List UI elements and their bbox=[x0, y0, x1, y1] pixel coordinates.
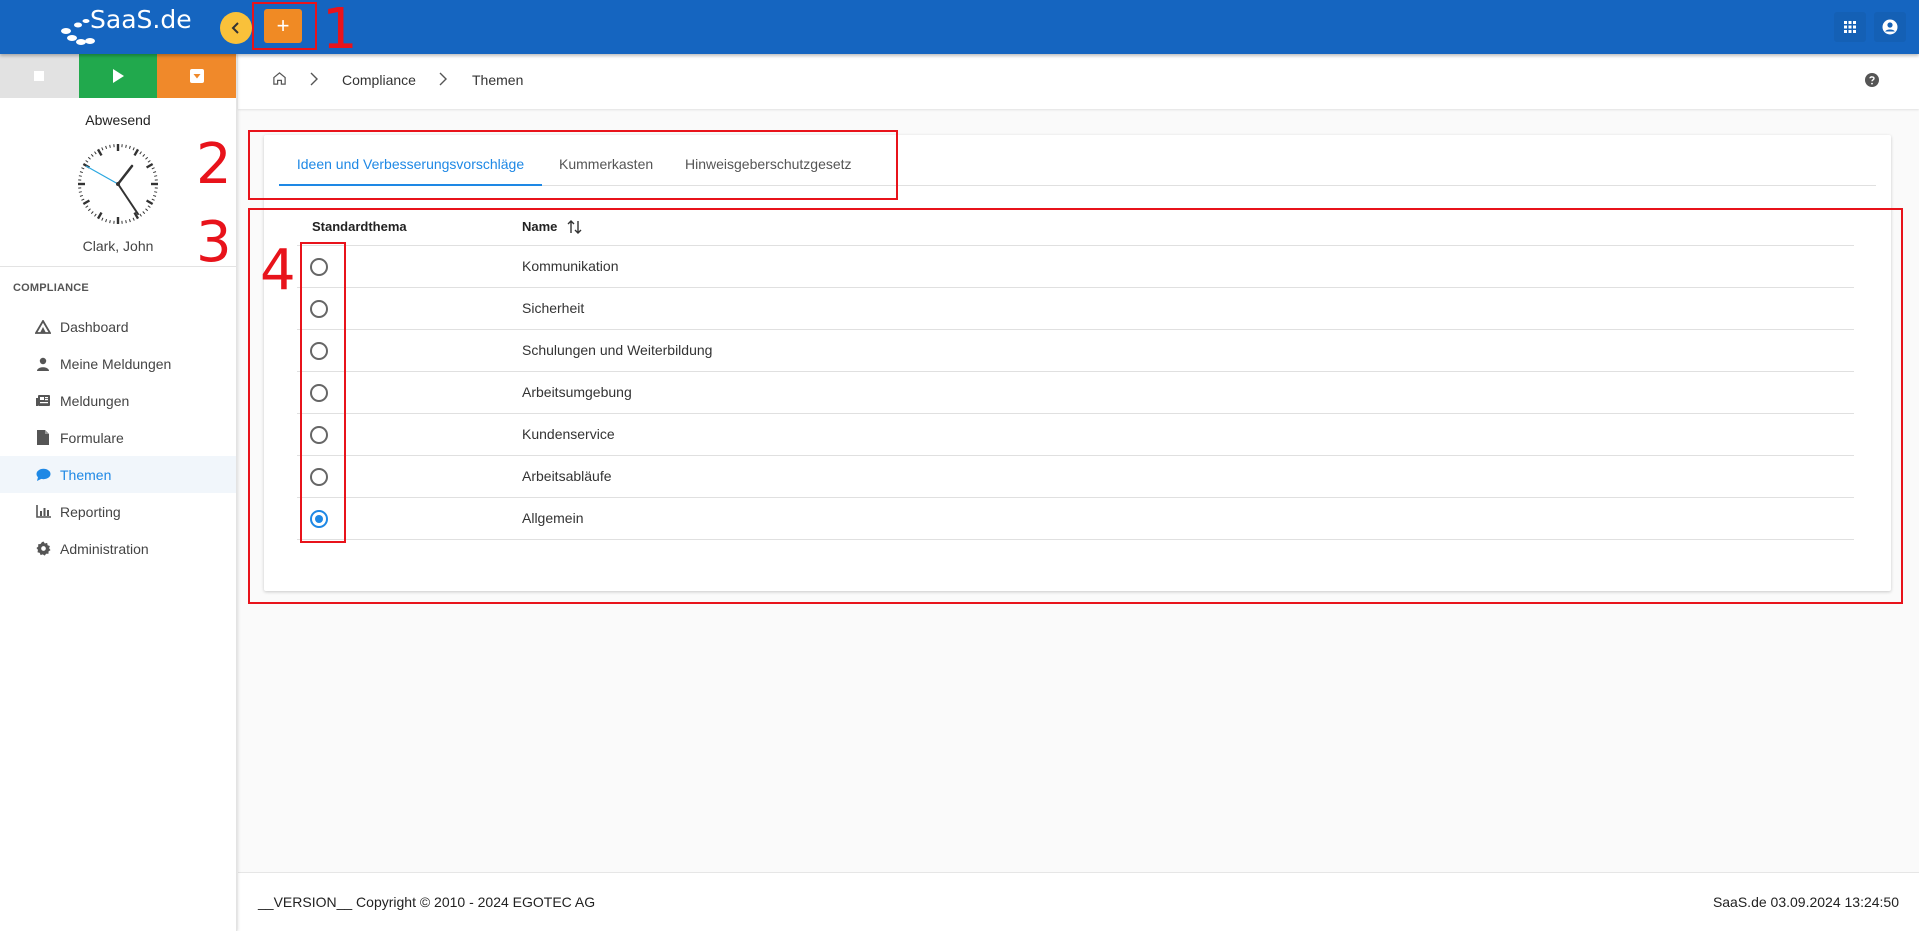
table-row: Arbeitsumgebung bbox=[297, 372, 1854, 414]
topic-name: Arbeitsumgebung bbox=[522, 384, 632, 400]
sidebar-item-themen[interactable]: Themen bbox=[0, 456, 236, 493]
person-icon bbox=[35, 356, 51, 372]
copyright-text: __VERSION__ Copyright © 2010 - 2024 EGOT… bbox=[258, 894, 596, 910]
user-menu-button[interactable] bbox=[1874, 12, 1906, 42]
saas-logo[interactable]: SaaS.de bbox=[58, 5, 192, 47]
newspaper-icon bbox=[35, 393, 51, 409]
apps-grid-icon bbox=[1844, 21, 1856, 33]
sidebar-nav: Dashboard Meine Meldungen Meldungen Form… bbox=[0, 308, 236, 567]
default-topic-radio[interactable] bbox=[310, 468, 328, 486]
breadcrumb-item-compliance[interactable]: Compliance bbox=[342, 72, 416, 88]
analog-clock-icon bbox=[77, 143, 159, 225]
breadcrumb-separator-icon bbox=[438, 72, 448, 89]
tab-kummerkasten[interactable]: Kummerkasten bbox=[559, 146, 653, 186]
sidebar-item-meldungen[interactable]: Meldungen bbox=[0, 382, 236, 419]
attendance-status: Abwesend bbox=[85, 112, 151, 128]
table-row: Schulungen und Weiterbildung bbox=[297, 330, 1854, 372]
topics-card: Ideen und Verbesserungsvorschläge Kummer… bbox=[264, 135, 1891, 591]
table-row: Sicherheit bbox=[297, 288, 1854, 330]
pause-button[interactable] bbox=[157, 54, 237, 98]
add-button[interactable]: + bbox=[264, 9, 302, 43]
table-row: Allgemein bbox=[297, 498, 1854, 540]
pause-icon bbox=[189, 69, 204, 83]
breadcrumb-home[interactable] bbox=[272, 71, 287, 89]
sort-arrows-icon[interactable] bbox=[567, 219, 583, 234]
sidebar-item-label: Dashboard bbox=[60, 318, 129, 335]
annotation-number-4: 4 bbox=[260, 238, 296, 303]
add-label: + bbox=[276, 13, 290, 38]
topic-name: Kundenservice bbox=[522, 426, 615, 442]
help-circle-icon bbox=[1865, 73, 1879, 87]
footer: __VERSION__ Copyright © 2010 - 2024 EGOT… bbox=[238, 872, 1919, 931]
topic-name: Arbeitsabläufe bbox=[522, 468, 612, 484]
breadcrumb: Compliance Themen bbox=[238, 54, 1919, 109]
top-bar: SaaS.de + bbox=[0, 0, 1919, 54]
sidebar-item-label: Meldungen bbox=[60, 392, 130, 409]
annotation-number-1: 1 bbox=[322, 0, 358, 62]
default-topic-radio[interactable] bbox=[310, 384, 328, 402]
sidebar-item-dashboard[interactable]: Dashboard bbox=[0, 308, 236, 345]
sidebar-item-label: Meine Meldungen bbox=[60, 355, 172, 372]
footer-datetime: SaaS.de 03.09.2024 13:24:50 bbox=[1712, 894, 1899, 910]
stop-button[interactable] bbox=[0, 54, 79, 98]
default-topic-radio[interactable] bbox=[310, 510, 328, 528]
tab-ideen-und-verbesserungsvorschlaege[interactable]: Ideen und Verbesserungsvorschläge bbox=[279, 146, 542, 186]
home-icon bbox=[273, 72, 286, 85]
topic-name: Allgemein bbox=[522, 510, 584, 526]
play-icon bbox=[113, 69, 124, 83]
topic-name: Schulungen und Weiterbildung bbox=[522, 342, 713, 358]
breadcrumb-item-themen: Themen bbox=[472, 72, 524, 88]
sidebar-item-label: Themen bbox=[60, 466, 112, 483]
stop-icon bbox=[34, 71, 45, 81]
bar-chart-icon bbox=[35, 504, 51, 520]
breadcrumb-separator-icon bbox=[309, 72, 319, 89]
gear-icon bbox=[35, 541, 51, 557]
table-row: Kundenservice bbox=[297, 414, 1854, 456]
sidebar-section-title: COMPLIANCE bbox=[13, 282, 89, 294]
default-topic-radio[interactable] bbox=[310, 426, 328, 444]
logo-text: SaaS.de bbox=[90, 5, 192, 34]
apps-button[interactable] bbox=[1834, 12, 1866, 42]
default-topic-radio[interactable] bbox=[310, 300, 328, 318]
topic-tabs: Ideen und Verbesserungsvorschläge Kummer… bbox=[279, 146, 1876, 186]
dashboard-icon bbox=[35, 319, 51, 335]
sidebar-item-label: Reporting bbox=[60, 503, 121, 520]
sidebar-item-administration[interactable]: Administration bbox=[0, 530, 236, 567]
sidebar-item-label: Administration bbox=[60, 540, 149, 557]
column-header-name-label: Name bbox=[522, 219, 558, 234]
chevron-left-icon bbox=[231, 22, 239, 34]
default-topic-radio[interactable] bbox=[310, 258, 328, 276]
play-button[interactable] bbox=[78, 54, 158, 98]
column-header-name[interactable]: Name bbox=[522, 219, 583, 234]
default-topic-radio[interactable] bbox=[310, 342, 328, 360]
table-row: Kommunikation bbox=[297, 246, 1854, 288]
help-button[interactable] bbox=[1865, 73, 1879, 90]
time-tracking-controls bbox=[0, 54, 237, 98]
table-row: Arbeitsabläufe bbox=[297, 456, 1854, 498]
sidebar-item-reporting[interactable]: Reporting bbox=[0, 493, 236, 530]
annotation-number-3: 3 bbox=[196, 210, 232, 275]
sidebar-item-label: Formulare bbox=[60, 429, 124, 446]
sidebar-item-meine-meldungen[interactable]: Meine Meldungen bbox=[0, 345, 236, 382]
account-circle-icon bbox=[1882, 19, 1898, 35]
tab-hinweisgeberschutzgesetz[interactable]: Hinweisgeberschutzgesetz bbox=[685, 146, 852, 186]
collapse-sidebar-button[interactable] bbox=[220, 12, 252, 44]
sidebar-item-formulare[interactable]: Formulare bbox=[0, 419, 236, 456]
topic-name: Sicherheit bbox=[522, 300, 585, 316]
file-icon bbox=[35, 430, 51, 446]
topic-name: Kommunikation bbox=[522, 258, 619, 274]
column-header-standardthema: Standardthema bbox=[312, 219, 407, 234]
chat-bubble-icon bbox=[35, 467, 51, 483]
annotation-number-2: 2 bbox=[196, 132, 232, 197]
